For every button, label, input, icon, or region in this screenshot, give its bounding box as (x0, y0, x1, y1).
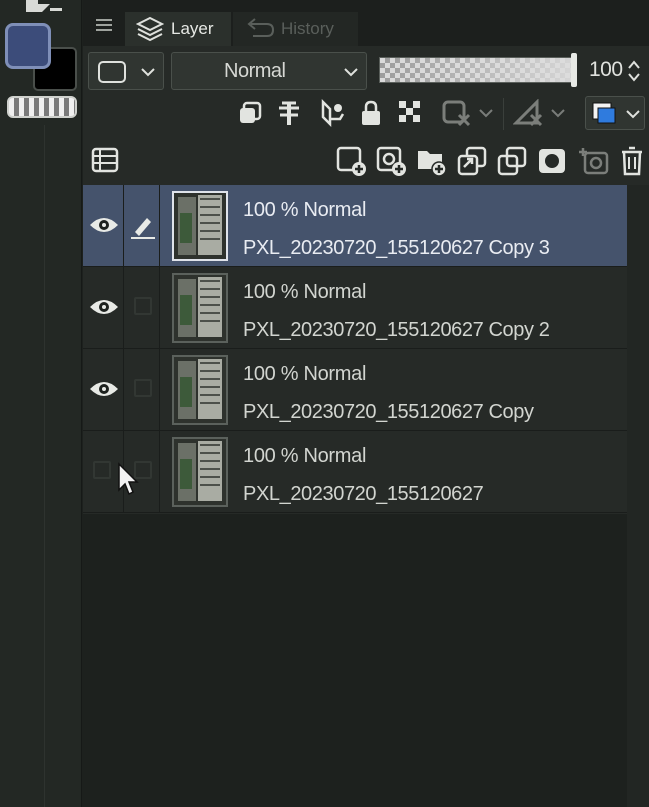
opacity-spinner-icon[interactable] (624, 56, 644, 86)
blend-mode-value: Normal (224, 60, 286, 82)
eye-icon (87, 213, 121, 237)
opacity-slider-handle[interactable] (571, 53, 577, 87)
chevron-down-icon[interactable] (477, 104, 495, 122)
eye-icon (87, 295, 121, 319)
lock-icon[interactable] (357, 97, 385, 129)
layer-thumbnail (172, 273, 228, 343)
mouse-cursor-icon (117, 462, 141, 503)
layer-color-dropdown[interactable] (88, 52, 164, 90)
edit-target-toggle[interactable] (124, 267, 160, 348)
layer-name-text: PXL_20230720_155120627 Copy 2 (243, 319, 550, 341)
chevron-down-icon (624, 105, 642, 123)
new-folder-icon[interactable] (415, 144, 449, 178)
tab-history-label: History (281, 19, 334, 38)
layer-name-text: PXL_20230720_155120627 (243, 483, 484, 505)
layer-mode-text: 100 % Normal (243, 363, 367, 385)
tab-layer-label: Layer (171, 19, 214, 38)
layer-name-text: PXL_20230720_155120627 Copy (243, 401, 534, 423)
edit-target-toggle[interactable] (124, 185, 160, 266)
merge-to-lower-layer-icon[interactable] (495, 144, 529, 178)
strip-divider (44, 125, 45, 807)
toolbar-divider (503, 98, 504, 130)
pen-icon (128, 213, 158, 241)
checkbox (93, 461, 111, 479)
transparent-color-swatch[interactable] (7, 96, 77, 118)
hamburger-icon[interactable] (91, 14, 117, 36)
transfer-to-lower-layer-icon[interactable] (455, 144, 489, 178)
layer-thumbnail (172, 191, 228, 261)
layer-color-button[interactable] (585, 96, 645, 130)
visibility-toggle[interactable] (83, 267, 124, 348)
history-undo-icon (243, 14, 277, 44)
tab-history[interactable]: History (233, 12, 358, 46)
checkbox (134, 379, 152, 397)
layer-list-scrollbar[interactable] (627, 185, 649, 807)
layer-row[interactable]: 100 % Normal PXL_20230720_155120627 (83, 431, 627, 513)
layer-actions-toolbar (83, 136, 649, 184)
ruler-disabled-icon[interactable] (511, 97, 547, 129)
opacity-value[interactable]: 100 (589, 58, 623, 82)
layer-row[interactable]: 100 % Normal PXL_20230720_155120627 Copy (83, 349, 627, 431)
chevron-down-icon (342, 63, 360, 81)
chevron-down-icon (139, 63, 157, 81)
draft-layer-icon[interactable] (316, 97, 348, 129)
new-vector-layer-icon[interactable] (375, 144, 409, 178)
clipping-layer-icon[interactable] (235, 97, 265, 129)
layer-row[interactable]: 100 % Normal PXL_20230720_155120627 Copy… (83, 185, 627, 267)
main-color-swatch[interactable] (5, 23, 51, 69)
tab-layer[interactable]: Layer (125, 12, 231, 46)
layer-thumbnail (172, 437, 228, 507)
edit-target-toggle[interactable] (124, 349, 160, 430)
blend-opacity-toolbar: Normal 100 (83, 46, 649, 92)
square-outline-icon (96, 59, 128, 85)
left-tool-strip (0, 0, 82, 807)
layer-thumbnail (172, 355, 228, 425)
layer-list-empty-area[interactable] (83, 514, 627, 807)
apply-mask-icon[interactable] (575, 144, 611, 178)
checkbox (134, 297, 152, 315)
layers-stack-icon (133, 14, 167, 44)
new-raster-layer-icon[interactable] (335, 144, 369, 178)
trash-icon[interactable] (617, 144, 647, 178)
visibility-toggle[interactable] (83, 185, 124, 266)
chevron-down-icon[interactable] (549, 104, 567, 122)
mask-disabled-icon[interactable] (439, 97, 475, 129)
visibility-toggle[interactable] (83, 349, 124, 430)
blend-mode-select[interactable]: Normal (171, 52, 367, 90)
opacity-slider[interactable] (379, 53, 577, 87)
layer-mode-text: 100 % Normal (243, 199, 367, 221)
layer-row[interactable]: 100 % Normal PXL_20230720_155120627 Copy… (83, 267, 627, 349)
eye-icon (87, 377, 121, 401)
tab-bar: Layer History (83, 0, 649, 46)
lock-transparency-icon[interactable] (396, 97, 426, 129)
layer-mode-text: 100 % Normal (243, 281, 367, 303)
layer-mask-icon[interactable] (535, 144, 569, 178)
reference-layer-icon[interactable] (274, 97, 304, 129)
layer-property-toolbar (83, 92, 649, 136)
tool-flag-icon[interactable] (20, 0, 64, 14)
layer-mode-text: 100 % Normal (243, 445, 367, 467)
layer-properties-icon[interactable] (89, 144, 121, 176)
layer-color-icon (590, 100, 618, 126)
layer-panel: Layer History Normal 100 100 % Normal PX… (83, 0, 649, 807)
layer-name-text: PXL_20230720_155120627 Copy 3 (243, 237, 550, 259)
